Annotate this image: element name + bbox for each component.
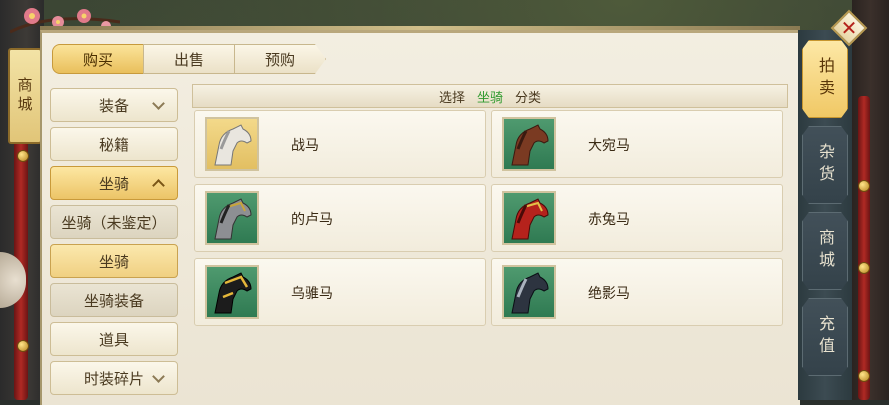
filter-suffix: 分类 [515,90,542,106]
submenu-item-mounts[interactable]: 坐骑 [50,244,178,278]
item-name: 战马 [291,138,319,154]
right-nav-rail: 拍卖 杂货 商城 充值 [798,30,852,400]
category-menu: 装备 秘籍 坐骑 坐骑（未鉴定） 坐骑 坐骑装备 道具 时装碎片 [50,88,178,400]
left-tassel-rope [14,100,28,400]
item-card[interactable]: 赤兔马 [491,184,783,252]
item-card[interactable]: 乌骓马 [194,258,486,326]
rail-tab-recharge[interactable]: 充值 [802,298,848,376]
menu-item-costume-shards[interactable]: 时装碎片 [50,361,178,395]
menu-item-label: 秘籍 [98,135,129,154]
dark-horse-icon [502,265,556,319]
menu-item-props[interactable]: 道具 [50,322,178,356]
item-name: 大宛马 [588,138,630,154]
rail-tab-goods[interactable]: 杂货 [802,126,848,204]
menu-item-manuals[interactable]: 秘籍 [50,127,178,161]
filter-prefix: 选择 [438,90,465,106]
rail-tab-mall[interactable]: 商城 [802,212,848,290]
black-gold-horse-icon [205,265,259,319]
menu-item-label: 坐骑 [98,174,129,193]
menu-item-equipment[interactable]: 装备 [50,88,178,122]
bead-ornament [858,370,870,382]
trade-tabs: 购买 出售 预购 [52,44,326,74]
bead-ornament [17,150,29,162]
bead-ornament [858,262,870,274]
item-card[interactable]: 绝影马 [491,258,783,326]
item-card[interactable]: 的卢马 [194,184,486,252]
item-card[interactable]: 战马 [194,110,486,178]
chevron-down-icon [152,370,165,383]
menu-item-label: 时装碎片 [83,369,144,388]
menu-item-label: 坐骑（未鉴定） [61,213,167,232]
left-mall-badge: 商城 [8,48,42,144]
chevron-up-icon [152,179,165,192]
filter-selected: 坐骑 [476,90,503,106]
close-icon: ✕ [840,16,858,40]
item-name: 绝影马 [588,286,630,302]
tab-preorder[interactable]: 预购 [234,44,326,74]
right-tassel-rope [858,96,870,400]
white-horse-icon [205,117,259,171]
bead-ornament [858,180,870,192]
tab-buy[interactable]: 购买 [52,44,144,74]
bead-ornament [17,340,29,352]
chevron-down-icon [152,97,165,110]
red-horse-icon [502,191,556,245]
menu-item-label: 道具 [98,330,129,349]
grey-armored-horse-icon [205,191,259,245]
menu-item-label: 坐骑装备 [83,291,144,310]
menu-item-mounts[interactable]: 坐骑 [50,166,178,200]
item-card[interactable]: 大宛马 [491,110,783,178]
rail-tab-auction[interactable]: 拍卖 [802,40,848,118]
close-button[interactable]: ✕ [830,9,868,47]
submenu-item-unidentified-mounts[interactable]: 坐骑（未鉴定） [50,205,178,239]
item-name: 赤兔马 [588,212,630,228]
item-name: 乌骓马 [291,286,333,302]
menu-item-label: 装备 [98,96,129,115]
menu-item-label: 坐骑 [98,252,129,271]
tab-sell[interactable]: 出售 [143,44,235,74]
submenu-item-mount-gear[interactable]: 坐骑装备 [50,283,178,317]
category-filter-bar: 选择 坐骑 分类 [192,84,788,108]
brown-horse-icon [502,117,556,171]
item-name: 的卢马 [291,212,333,228]
